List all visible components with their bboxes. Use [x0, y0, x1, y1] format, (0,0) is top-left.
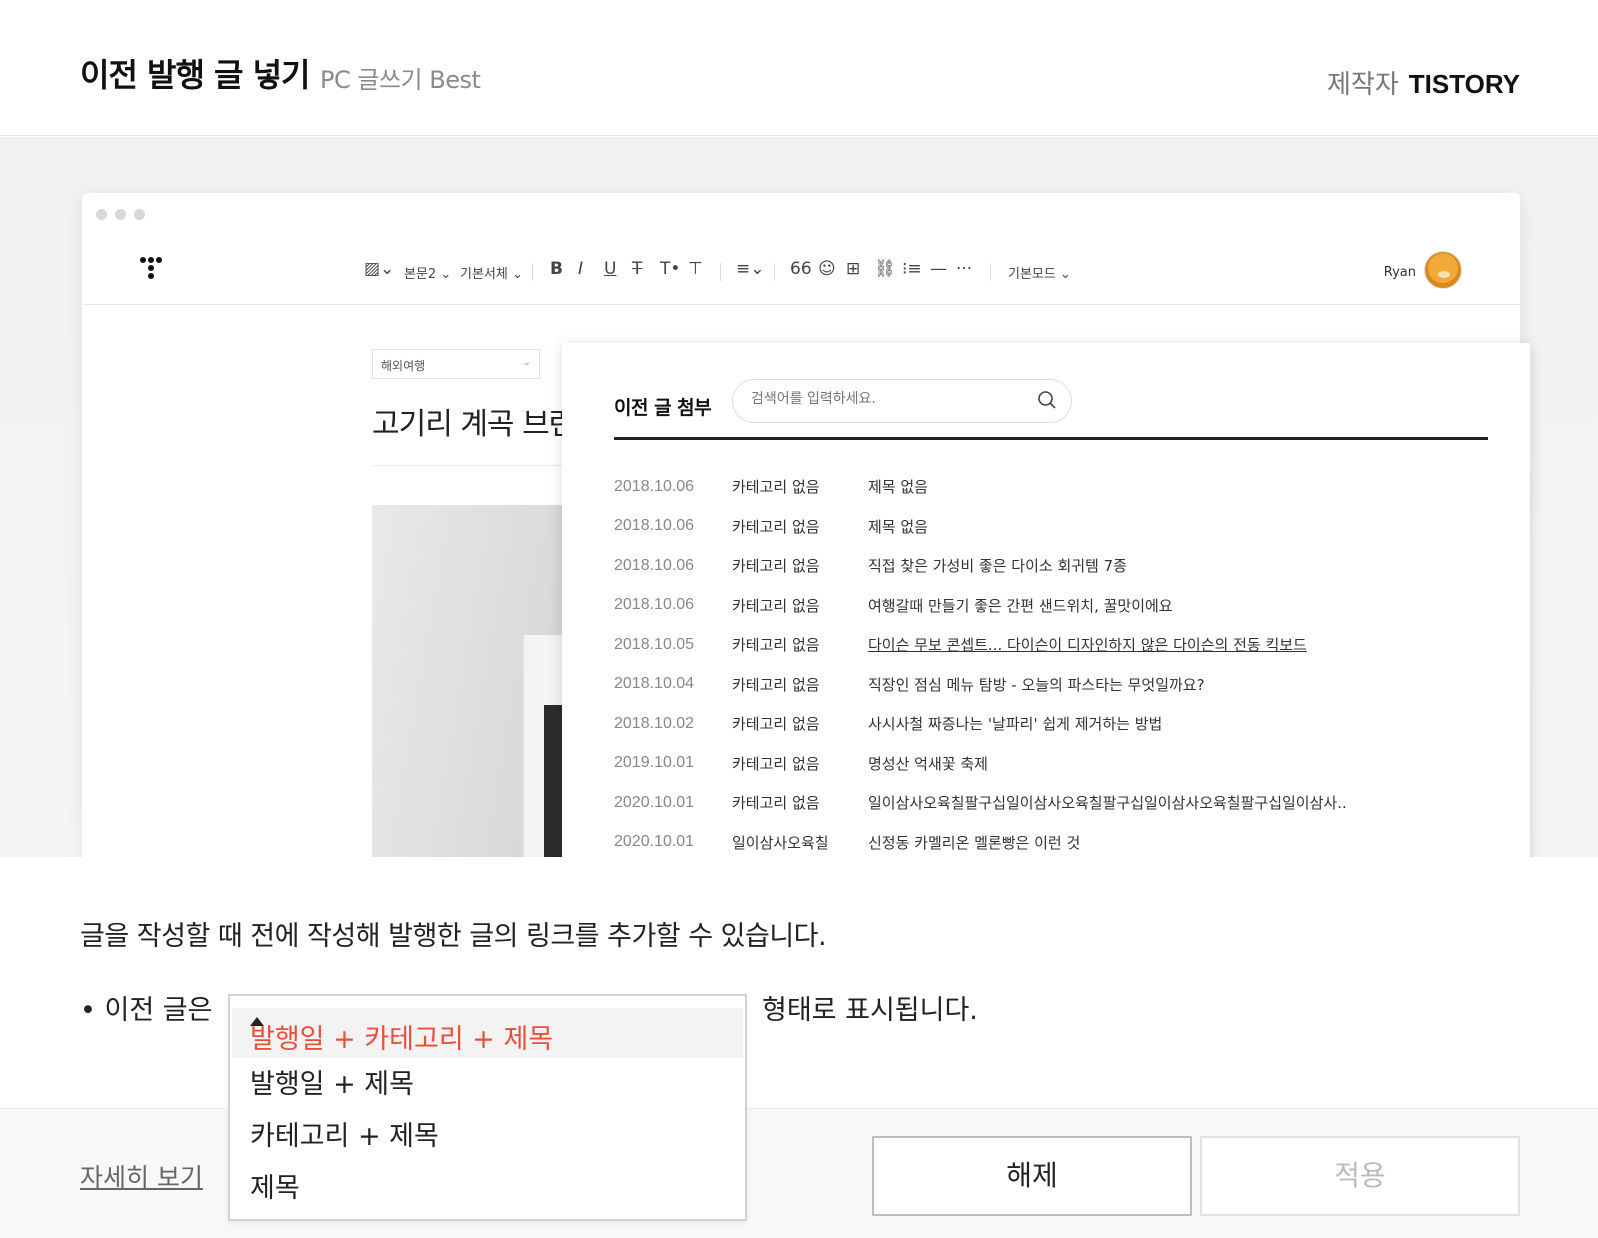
maker-label: 제작자: [1326, 70, 1399, 100]
list-icon: ⁝≡: [902, 259, 922, 279]
table-icon: ⊞: [846, 259, 861, 279]
align-icon: ≡⌄: [736, 259, 765, 279]
maker-name: TISTORY: [1408, 69, 1520, 99]
dropdown-selected-label: 발행일 + 카테고리 + 제목: [250, 1024, 554, 1055]
bold-icon: B: [550, 259, 563, 279]
plugin-subtitle: PC 글쓰기 Best: [320, 66, 481, 94]
preview-area: ▨⌄ 본문2 ⌄ 기본서체 ⌄ B I U T T• ⊤ ≡⌄ 66 ☺ ⊞ ⛓…: [0, 137, 1598, 857]
plugin-title: 이전 발행 글 넣기: [80, 56, 311, 94]
tistory-logo-icon: [140, 257, 170, 287]
link-icon: ⛓: [874, 259, 896, 279]
list-item: 2019.10.01 카테고리 없음 명성산 억새꽃 축제: [614, 754, 988, 773]
list-item: 2020.10.01 일이삼사오육칠 신정동 카멜리온 멜론빵은 이런 것: [614, 833, 1081, 852]
window-dots: [96, 209, 145, 220]
strikethrough-icon: T: [632, 259, 643, 279]
divider-line-icon: —: [930, 259, 947, 279]
search-input: [751, 391, 1021, 407]
toolbar-divider: [720, 263, 721, 281]
dropdown-option-category-title[interactable]: 카테고리 + 제목: [250, 1114, 439, 1153]
release-button[interactable]: 해제: [872, 1136, 1192, 1216]
attach-post-popup: 이전 글 첨부 2018.10.06카테고리 없음제목 없음 2018.10.0…: [562, 343, 1530, 857]
dropdown-option-title[interactable]: 제목: [250, 1166, 300, 1205]
caret-up-icon: [250, 1017, 264, 1026]
editor-toolbar: ▨⌄ 본문2 ⌄ 기본서체 ⌄ B I U T T• ⊤ ≡⌄ 66 ☺ ⊞ ⛓…: [82, 241, 1520, 305]
underline-icon: U: [604, 259, 617, 279]
avatar: [1424, 251, 1462, 289]
format-dropdown[interactable]: 발행일 + 카테고리 + 제목 발행일 + 제목 카테고리 + 제목 제목: [228, 994, 747, 1221]
popup-divider: [614, 437, 1488, 440]
dropdown-selected-option[interactable]: 발행일 + 카테고리 + 제목: [232, 1008, 743, 1058]
format-suffix: 형태로 표시됩니다.: [762, 995, 978, 1026]
search-icon: [1038, 391, 1056, 409]
category-select: 해외여행 ⌄: [372, 349, 540, 379]
user-name: Ryan: [1383, 265, 1416, 280]
list-item: 2018.10.05 카테고리 없음 다이슨 무보 콘셉트... 다이슨이 디자인하…: [614, 635, 1307, 655]
list-item: 2018.10.06 카테고리 없음 제목 없음: [614, 517, 928, 536]
search-box: [732, 379, 1072, 423]
emoticon-icon: ☺: [818, 259, 836, 279]
post-title: 고기리 계곡 브런: [372, 407, 576, 442]
format-prefix: • 이전 글은: [80, 995, 213, 1026]
quote-icon: 66: [790, 259, 812, 279]
list-item: 2018.10.02 카테고리 없음 사시사철 짜증나는 '날파리' 쉽게 제거하는…: [614, 714, 1163, 734]
text-color-icon: T•: [660, 259, 681, 279]
paragraph-style-menu: 본문2 ⌄: [404, 267, 452, 282]
window-dot-icon: [96, 209, 107, 220]
more-icon: ···: [956, 259, 973, 279]
popup-title: 이전 글 첨부: [614, 397, 712, 419]
font-menu: 기본서체 ⌄: [460, 267, 523, 282]
image-icon: ▨⌄: [364, 259, 395, 279]
toolbar-divider: [990, 263, 991, 281]
plugin-header: 이전 발행 글 넣기 PC 글쓰기 Best 제작자 TISTORY: [0, 0, 1598, 136]
window-dot-icon: [134, 209, 145, 220]
list-item: 2018.10.06 카테고리 없음 직접 찾은 가성비 좋은 다이소 회귀템 7종: [614, 556, 1127, 576]
more-info-link[interactable]: 자세히 보기: [80, 1158, 203, 1194]
dropdown-option-date-title[interactable]: 발행일 + 제목: [250, 1062, 414, 1101]
post-list: 2018.10.06 카테고리 없음 제목 없음 2018.10.06 카테고리 없음…: [614, 467, 1494, 857]
list-item: 2018.10.06 카테고리 없음 제목 없음: [614, 477, 928, 497]
maker-info: 제작자 TISTORY: [1327, 64, 1520, 101]
italic-icon: I: [578, 259, 584, 279]
list-item: 2020.10.01 카테고리 없음 일이삼사오육칠팔구십일이삼사오육칠팔구십일이삼…: [614, 793, 1347, 813]
apply-button[interactable]: 적용: [1200, 1136, 1520, 1216]
chevron-down-icon: ⌄: [522, 357, 531, 368]
editor-mode-menu: 기본모드 ⌄: [1008, 267, 1071, 282]
toolbar-divider: [774, 263, 775, 281]
list-item: 2018.10.06 카테고리 없음 여행갈때 만들기 좋은 간편 샌드위치, 꿀맛…: [614, 596, 1173, 615]
category-select-value: 해외여행: [381, 359, 426, 373]
text-background-icon: ⊤: [688, 259, 703, 279]
plugin-description: 글을 작성할 때 전에 작성해 발행한 글의 링크를 추가할 수 있습니다.: [80, 921, 827, 952]
list-item: 2018.10.04 카테고리 없음 직장인 점심 메뉴 탐방 - 오늘의 파스타는…: [614, 675, 1205, 694]
window-dot-icon: [115, 209, 126, 220]
toolbar-divider: [532, 263, 533, 281]
